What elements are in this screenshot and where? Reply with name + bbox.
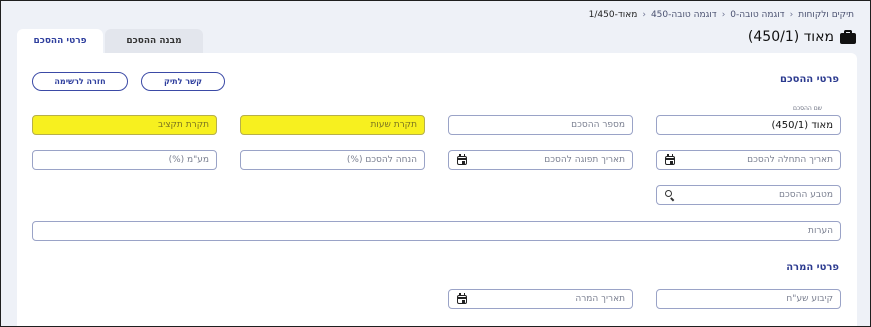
link-to-case-button[interactable]: קשר לתיק xyxy=(141,72,225,91)
conversion-date-placeholder: תאריך המרה xyxy=(575,294,625,304)
breadcrumb: תיקים ולקוחות ‹ דוגמה טובה-0 ‹ דוגמה טובה-45… xyxy=(589,10,854,20)
breadcrumb-current: מאוד-1/450 xyxy=(588,10,638,20)
hours-cap-field[interactable]: תקרת שעות xyxy=(240,115,425,135)
chevron-left-icon: ‹ xyxy=(789,10,794,20)
calendar-icon[interactable] xyxy=(456,154,468,166)
discount-field[interactable]: הנחה להסכם (%) xyxy=(240,150,425,170)
agreement-name-field[interactable]: מאוד (450/1) xyxy=(656,115,841,135)
tab-agreement-structure[interactable]: מבנה ההסכם xyxy=(105,29,203,53)
calendar-icon[interactable] xyxy=(664,154,676,166)
vat-field[interactable]: מע"מ (%) xyxy=(32,150,217,170)
end-date-placeholder: תאריך תפוגה להסכם xyxy=(544,155,625,165)
calendar-icon[interactable] xyxy=(456,293,468,305)
chevron-left-icon: ‹ xyxy=(721,10,726,20)
app-window: תיקים ולקוחות ‹ דוגמה טובה-0 ‹ דוגמה טובה-45… xyxy=(0,0,871,327)
start-date-placeholder: תאריך התחלה להסכם xyxy=(747,155,833,165)
rate-setting-field[interactable]: קיבוע שע"ח xyxy=(656,289,841,309)
section-title-conversion-details: פרטי המרה xyxy=(786,262,839,273)
notes-placeholder: הערות xyxy=(808,226,833,236)
breadcrumb-item-example-0[interactable]: דוגמה טובה-0 xyxy=(730,10,784,20)
page-header: מאוד (450/1) xyxy=(748,27,856,47)
rate-setting-placeholder: קיבוע שע"ח xyxy=(786,294,833,304)
conversion-date-field[interactable]: תאריך המרה xyxy=(448,289,633,309)
section-title-agreement-details: פרטי ההסכם xyxy=(780,74,839,85)
breadcrumb-item-example-450[interactable]: דוגמה טובה-450 xyxy=(651,10,717,20)
currency-placeholder: מטבע ההסכם xyxy=(779,190,833,200)
budget-cap-placeholder: תקרת תקציב xyxy=(157,120,209,130)
back-to-list-button[interactable]: חזרה לרשימה xyxy=(32,72,128,91)
vat-placeholder: מע"מ (%) xyxy=(168,155,209,165)
page-title: מאוד (450/1) xyxy=(747,29,834,45)
end-date-field[interactable]: תאריך תפוגה להסכם xyxy=(448,150,633,170)
breadcrumb-item-clients[interactable]: תיקים ולקוחות xyxy=(798,10,854,20)
agreement-name-value: מאוד (450/1) xyxy=(771,119,833,131)
search-icon[interactable] xyxy=(664,189,676,202)
discount-placeholder: הנחה להסכם (%) xyxy=(346,155,417,165)
notes-field[interactable]: הערות xyxy=(32,221,841,241)
chevron-left-icon: ‹ xyxy=(642,10,646,20)
currency-field[interactable]: מטבע ההסכם xyxy=(656,185,841,205)
hours-cap-placeholder: תקרת שעות xyxy=(370,120,417,130)
agreement-number-placeholder: מספר ההסכם xyxy=(571,120,625,130)
start-date-field[interactable]: תאריך התחלה להסכם xyxy=(656,150,841,170)
agreement-number-field[interactable]: מספר ההסכם xyxy=(448,115,633,135)
agreement-name-label: שם ההסכם xyxy=(792,105,822,112)
tab-agreement-details[interactable]: פרטי ההסכם xyxy=(17,29,103,53)
briefcase-icon xyxy=(840,30,856,44)
budget-cap-field[interactable]: תקרת תקציב xyxy=(32,115,217,135)
